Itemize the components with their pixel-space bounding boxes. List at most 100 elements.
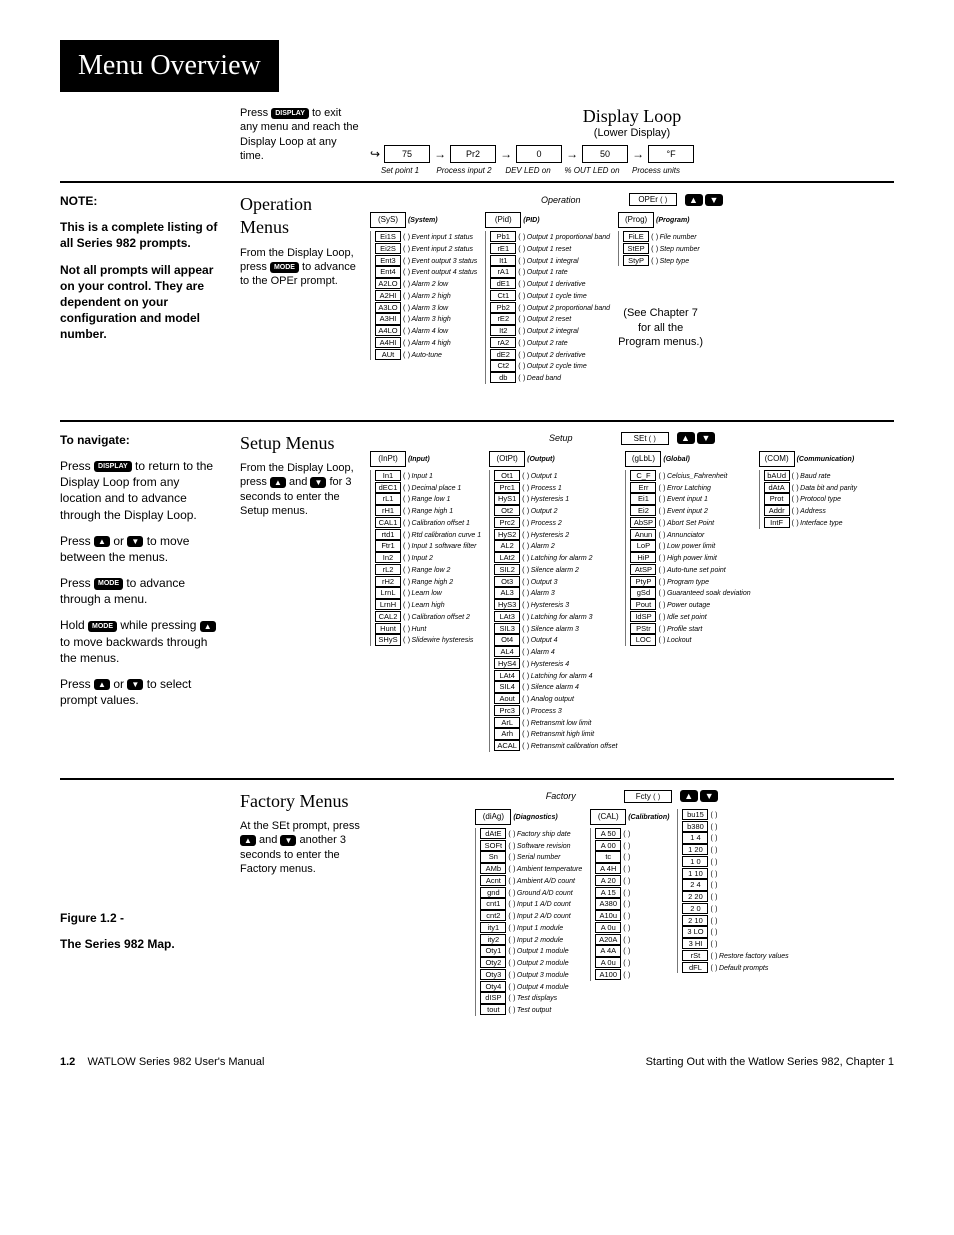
menu-item: SIL2( ) Silence alarm 2 <box>494 564 617 576</box>
down-icon: ▼ <box>705 194 723 206</box>
up-icon: ▲ <box>240 835 256 846</box>
menu-item: rA1( ) Output 1 rate <box>490 266 610 278</box>
menu-item: Ct1( ) Output 1 cycle time <box>490 290 610 302</box>
menu-item: rE2( ) Output 2 reset <box>490 313 610 325</box>
menu-item: dE1( ) Output 1 derivative <box>490 278 610 290</box>
down-icon: ▼ <box>700 790 718 802</box>
menu-item: AtSP( ) Auto-tune set point <box>630 564 750 576</box>
menu-item: Oty3( ) Output 3 module <box>480 969 582 981</box>
menu-item: HyS4( ) Hysteresis 4 <box>494 658 617 670</box>
display-loop-label: Set point 1 <box>370 166 430 175</box>
menu-item: rtd1( ) Rtd calibration curve 1 <box>375 529 481 541</box>
up-icon: ▲ <box>94 679 110 690</box>
menu-item: HiP( ) High power limit <box>630 552 750 564</box>
menu-item: LoP( ) Low power limit <box>630 540 750 552</box>
menu-item: A 00( ) <box>595 840 669 852</box>
nav-p2: Press ▲ or ▼ to move between the menus. <box>60 533 222 565</box>
menu-item: Hunt( ) Hunt <box>375 623 481 635</box>
menu-item: cnt1( ) Input 1 A/D count <box>480 898 582 910</box>
menu-item: tout( ) Test output <box>480 1004 582 1016</box>
menu-item: Ot2( ) Output 2 <box>494 505 617 517</box>
display-loop-sub: (Lower Display) <box>370 127 894 139</box>
up-icon: ▲ <box>680 790 698 802</box>
program-chapter-note: (See Chapter 7for all theProgram menus.) <box>618 306 703 349</box>
footer-left: WATLOW Series 982 User's Manual <box>88 1056 265 1068</box>
menu-item: AbSP( ) Abort Set Point <box>630 517 750 529</box>
menu-item: rL2( ) Range low 2 <box>375 564 481 576</box>
menu-item: AL3( ) Alarm 3 <box>494 587 617 599</box>
factory-heading: Factory Menus <box>240 790 360 813</box>
menu-item: Prc1( ) Process 1 <box>494 482 617 494</box>
menu-item: A4HI( ) Alarm 4 high <box>375 337 477 349</box>
menu-item: A 20( ) <box>595 875 669 887</box>
menu-item: dISP( ) Test displays <box>480 992 582 1004</box>
menu-item: Oty4( ) Output 4 module <box>480 981 582 993</box>
up-icon: ▲ <box>677 432 695 444</box>
operation-sys-col: (SyS) (System)Ei1S( ) Event input 1 stat… <box>370 212 477 360</box>
menu-item: Addr( ) Address <box>764 505 857 517</box>
menu-item: SIL4( ) Silence alarm 4 <box>494 681 617 693</box>
menu-item: 2 10( ) <box>682 915 788 927</box>
menu-item: Aout( ) Analog output <box>494 693 617 705</box>
operation-bar-label: Operation <box>541 195 581 205</box>
menu-item: Anun( ) Annunciator <box>630 529 750 541</box>
menu-item: It2( ) Output 2 integral <box>490 325 610 337</box>
menu-item: StyP( ) Step type <box>623 255 703 267</box>
menu-item: Ot3( ) Output 3 <box>494 576 617 588</box>
menu-item: A 50( ) <box>595 828 669 840</box>
menu-item: Ot4( ) Output 4 <box>494 634 617 646</box>
menu-item: LAt2( ) Latching for alarm 2 <box>494 552 617 564</box>
menu-item: 1 20( ) <box>682 844 788 856</box>
menu-item: A20A( ) <box>595 934 669 946</box>
menu-item: It1( ) Output 1 integral <box>490 255 610 267</box>
menu-item: A 4H( ) <box>595 863 669 875</box>
menu-item: AUt( ) Auto-tune <box>375 349 477 361</box>
menu-item: LOC( ) Lockout <box>630 634 750 646</box>
menu-item: In2( ) Input 2 <box>375 552 481 564</box>
menu-item: A4LO( ) Alarm 4 low <box>375 325 477 337</box>
operation-heading: Operation Menus <box>240 193 360 240</box>
menu-item: Ct2( ) Output 2 cycle time <box>490 360 610 372</box>
menu-item: Ei1S( ) Event input 1 status <box>375 231 477 243</box>
menu-item: A2HI( ) Alarm 2 high <box>375 290 477 302</box>
page-title: Menu Overview <box>60 40 279 92</box>
menu-item: rH2( ) Range high 2 <box>375 576 481 588</box>
menu-item: Prot( ) Protocol type <box>764 493 857 505</box>
mode-button: MODE <box>88 621 117 632</box>
menu-item: rH1( ) Range high 1 <box>375 505 481 517</box>
down-icon: ▼ <box>310 477 326 488</box>
menu-item: AL4( ) Alarm 4 <box>494 646 617 658</box>
menu-item: PStr( ) Profile start <box>630 623 750 635</box>
note-p1: This is a complete listing of all Series… <box>60 219 222 251</box>
factory-cal-col1: (CAL) (Calibration)A 50( )A 00( )tc( )A … <box>590 809 669 981</box>
menu-item: A 0u( ) <box>595 957 669 969</box>
display-loop-box: 75 <box>384 145 430 163</box>
display-loop-box: 0 <box>516 145 562 163</box>
menu-item: SHyS( ) Slidewire hysteresis <box>375 634 481 646</box>
setup-bar-label: Setup <box>549 433 573 443</box>
footer-right: Starting Out with the Watlow Series 982,… <box>646 1056 894 1068</box>
menu-item: dAtA( ) Data bit and parity <box>764 482 857 494</box>
factory-intro: At the SEt prompt, press ▲ and ▼ another… <box>240 819 360 876</box>
nav-p5: Press ▲ or ▼ to select prompt values. <box>60 676 222 708</box>
menu-item: db( ) Dead band <box>490 372 610 384</box>
menu-item: IdSP( ) Idle set point <box>630 611 750 623</box>
menu-item: 1 4( ) <box>682 832 788 844</box>
menu-item: PtyP( ) Program type <box>630 576 750 588</box>
down-icon: ▼ <box>280 835 296 846</box>
note-p2: Not all prompts will appear on your cont… <box>60 262 222 343</box>
setup-bar-code: SEt ( ) <box>621 432 669 445</box>
operation-prog-col: (Prog) (Program)FiLE( ) File numberStEP(… <box>618 212 703 349</box>
display-button: DISPLAY <box>94 461 132 472</box>
menu-item: bAUd( ) Baud rate <box>764 470 857 482</box>
menu-item: Ent3( ) Event output 3 status <box>375 255 477 267</box>
display-loop-intro: Press DISPLAY to exit any menu and reach… <box>240 106 360 163</box>
menu-item: A 0u( ) <box>595 922 669 934</box>
mode-button: MODE <box>270 262 299 273</box>
menu-item: AMb( ) Ambient temperature <box>480 863 582 875</box>
menu-item: ity1( ) Input 1 module <box>480 922 582 934</box>
nav-p1: Press DISPLAY to return to the Display L… <box>60 458 222 523</box>
menu-item: FiLE( ) File number <box>623 231 703 243</box>
operation-bar-code: OPEr ( ) <box>629 193 677 206</box>
menu-item: CAL2( ) Calibration offset 2 <box>375 611 481 623</box>
